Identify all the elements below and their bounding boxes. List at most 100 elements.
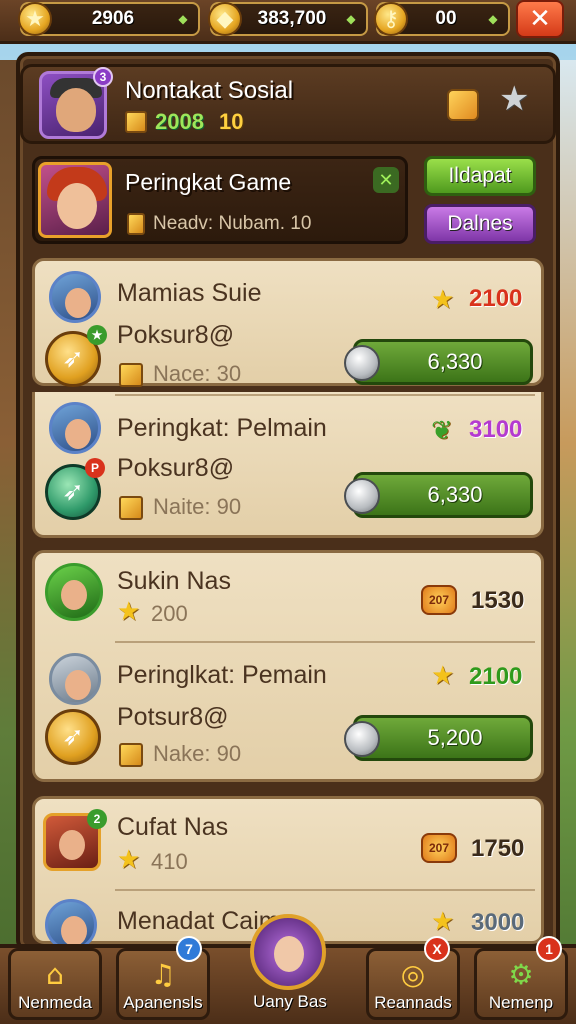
profile-title: Nontakat Sosial — [125, 77, 294, 104]
resource-star[interactable]: ★ 2906 ◆ — [18, 2, 200, 36]
score-bar-value: 6,330 — [427, 349, 483, 374]
player-tag: Poksur8@ — [117, 321, 235, 349]
nav-label: Nemenp — [488, 993, 554, 1012]
house-icon: ⌂ — [46, 957, 64, 991]
level-icon — [125, 111, 147, 133]
leaf-icon: ❦ — [431, 416, 453, 446]
hero-portrait — [274, 936, 304, 972]
add-icon[interactable]: ◆ — [484, 10, 502, 28]
score-bar[interactable]: 5,200 — [344, 715, 533, 761]
player-tag: Poksur8@ — [117, 454, 235, 482]
notification-badge: X — [424, 936, 450, 962]
medal-badge: P — [85, 458, 105, 478]
player-score: 3100 — [469, 416, 523, 443]
avatar[interactable] — [49, 402, 101, 454]
portrait-face — [57, 183, 97, 229]
player-score: 3000 — [471, 909, 525, 936]
player-name: Mamias Suie — [117, 279, 262, 307]
player-name: Peringlkat: Pemain — [117, 661, 327, 689]
top-resource-bar: ★ 2906 ◆ ◆ 383,700 ◆ ⚷ 00 ◆ ✕ — [0, 0, 576, 44]
profile-level-extra: 10 — [219, 109, 244, 134]
player-name: Peringkat: Pelmain — [117, 414, 327, 442]
player-score: 2100 — [469, 285, 523, 312]
ranking-card-2: Peringkat: Pelmain ❦ 3100 Poksur8@ ➶ P N… — [32, 392, 544, 538]
avatar-face — [61, 580, 87, 610]
star-icon: ★ — [117, 845, 141, 875]
profile-header: 3 Nontakat Sosial 2008 10 ★ — [20, 64, 556, 144]
game-rank-subtitle: Neadv: Nubam. 10 — [153, 213, 312, 234]
gift-cube-icon[interactable] — [447, 89, 479, 121]
gem-icon: ◆ — [208, 2, 242, 36]
nav-label: Apanensls — [123, 993, 203, 1012]
avatar-badge: 2 — [87, 809, 107, 829]
divider — [115, 641, 535, 643]
add-icon[interactable]: ◆ — [342, 10, 360, 28]
player-name: Sukin Nas — [117, 567, 231, 595]
avatar[interactable] — [49, 271, 101, 323]
resource-gem[interactable]: ◆ 383,700 ◆ — [208, 2, 368, 36]
avatar-face — [61, 916, 87, 946]
nav-item-home[interactable]: ⌂ Nenmeda — [8, 948, 102, 1020]
rank-icon — [119, 363, 143, 387]
star-icon: ★ — [431, 661, 455, 691]
ranking-card-3: Sukin Nas ★ 200 207 1530 Peringlkat: Pem… — [32, 550, 544, 782]
player-sub: Nace: 30 — [153, 361, 242, 386]
gear-icon: ⚙ — [508, 957, 534, 991]
profile-level-value: 2008 — [155, 109, 204, 134]
close-button[interactable]: ✕ — [516, 0, 564, 38]
key-icon: ⚷ — [374, 2, 408, 36]
player-tag: Potsur8@ — [117, 703, 229, 731]
ranking-card-1: Mamias Suie ★ 2100 Poksur8@ ➶ ★ Nace: 30… — [32, 258, 544, 387]
nav-label: Nenmeda — [18, 993, 92, 1012]
reward-icon: ◎ — [400, 957, 426, 991]
avatar[interactable] — [49, 653, 101, 705]
avatar-face — [65, 419, 91, 449]
player-sub: 200 — [151, 601, 188, 626]
silver-coin-icon — [344, 345, 380, 381]
notification-badge: 7 — [176, 936, 202, 962]
player-name: Cufat Nas — [117, 813, 229, 841]
silver-coin-icon — [344, 478, 380, 514]
profile-badge: 3 — [93, 67, 113, 87]
favorite-star-icon[interactable]: ★ — [499, 79, 529, 119]
avatar-face — [65, 288, 91, 318]
player-sub: Naite: 90 — [153, 494, 242, 519]
score-bar-value: 5,200 — [427, 725, 483, 750]
player-sub: 410 — [151, 849, 188, 874]
game-rank-portrait[interactable] — [38, 162, 112, 238]
score-bar[interactable]: 6,330 — [344, 339, 533, 385]
medal-icon: ➶ — [45, 709, 101, 765]
rank-icon — [119, 743, 143, 767]
avatar[interactable] — [45, 563, 103, 621]
avatar-face — [59, 830, 85, 860]
star-icon: ★ — [431, 285, 455, 315]
portrait-face — [56, 88, 96, 132]
silver-coin-icon — [344, 721, 380, 757]
player-score: 1530 — [471, 587, 525, 614]
notification-badge: 1 — [536, 936, 562, 962]
rank-icon — [119, 496, 143, 520]
burst-badge-icon: 207 — [421, 585, 457, 615]
rank-icon — [127, 213, 145, 235]
resource-star-value: 2906 — [91, 8, 135, 29]
player-sub: Nake: 90 — [153, 741, 242, 766]
nav-item-hero[interactable] — [250, 914, 326, 990]
ildapat-button[interactable]: Ildapat — [424, 156, 536, 196]
close-icon: ✕ — [529, 4, 551, 34]
resource-key[interactable]: ⚷ 00 ◆ — [374, 2, 510, 36]
score-bar[interactable]: 6,330 — [344, 472, 533, 518]
star-icon: ★ — [431, 907, 455, 937]
horn-icon: ♫ — [150, 957, 176, 991]
dismiss-icon[interactable]: ✕ — [373, 167, 399, 193]
avatar-face — [65, 670, 91, 700]
resource-key-value: 00 — [435, 8, 457, 29]
medal-badge: ★ — [87, 325, 107, 345]
star-icon: ★ — [18, 2, 52, 36]
add-icon[interactable]: ◆ — [174, 10, 192, 28]
resource-gem-value: 383,700 — [257, 8, 327, 29]
dalnes-button[interactable]: Dalnes — [424, 204, 536, 244]
nav-item-rewards[interactable]: ◎ Reannads — [366, 948, 460, 1020]
player-score: 1750 — [471, 835, 525, 862]
game-rank-title: Peringkat Game — [125, 169, 292, 195]
divider — [115, 394, 535, 396]
